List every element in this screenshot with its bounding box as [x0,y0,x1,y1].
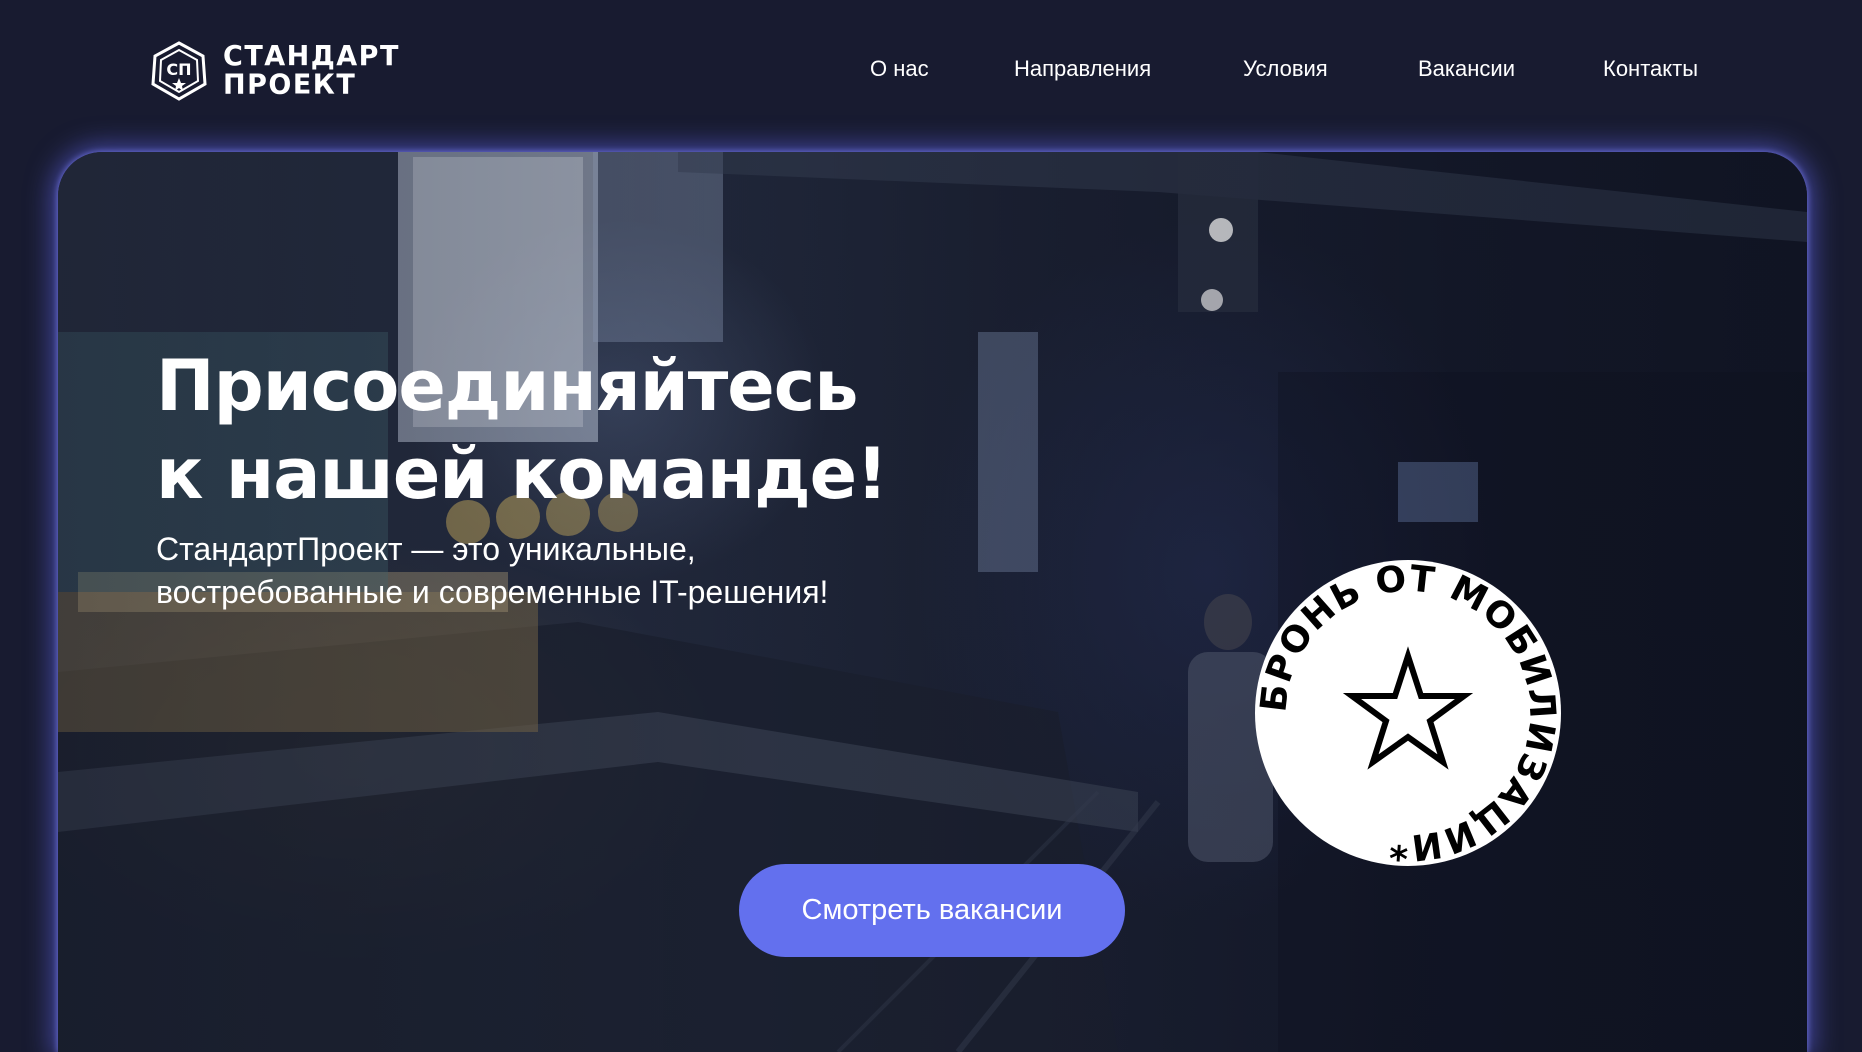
hero-title-line-2: к нашей команде! [156,433,888,515]
nav-item-about[interactable]: О нас [870,54,929,84]
hero-title: Присоединяйтесь к нашей команде! [156,342,888,518]
hero-title-line-1: Присоединяйтесь [156,345,859,427]
mobilization-badge-graphic: БРОНЬ ОТ МОБИЛИЗАЦИИ* [1255,558,1561,868]
hero-subtitle-line-2: востребованные и современные IT-решения! [156,574,829,610]
mobilization-badge: БРОНЬ ОТ МОБИЛИЗАЦИИ* [1255,540,1561,880]
nav-item-vacancies[interactable]: Вакансии [1418,54,1515,84]
nav-item-directions[interactable]: Направления [1014,54,1151,84]
site-header: СП СТАНДАРТ ПРОЕКТ О нас Направления Усл… [0,0,1862,140]
view-vacancies-button[interactable]: Смотреть вакансии [739,864,1125,957]
nav-item-conditions[interactable]: Условия [1243,54,1328,84]
nav-item-contacts[interactable]: Контакты [1603,54,1698,84]
main-nav: О нас Направления Условия Вакансии Конта… [0,54,1862,84]
hero-subtitle-line-1: СтандартПроект — это уникальные, [156,531,696,567]
hero-subtitle: СтандартПроект — это уникальные, востреб… [156,528,828,614]
hero-section: Присоединяйтесь к нашей команде! Стандар… [58,152,1807,1052]
